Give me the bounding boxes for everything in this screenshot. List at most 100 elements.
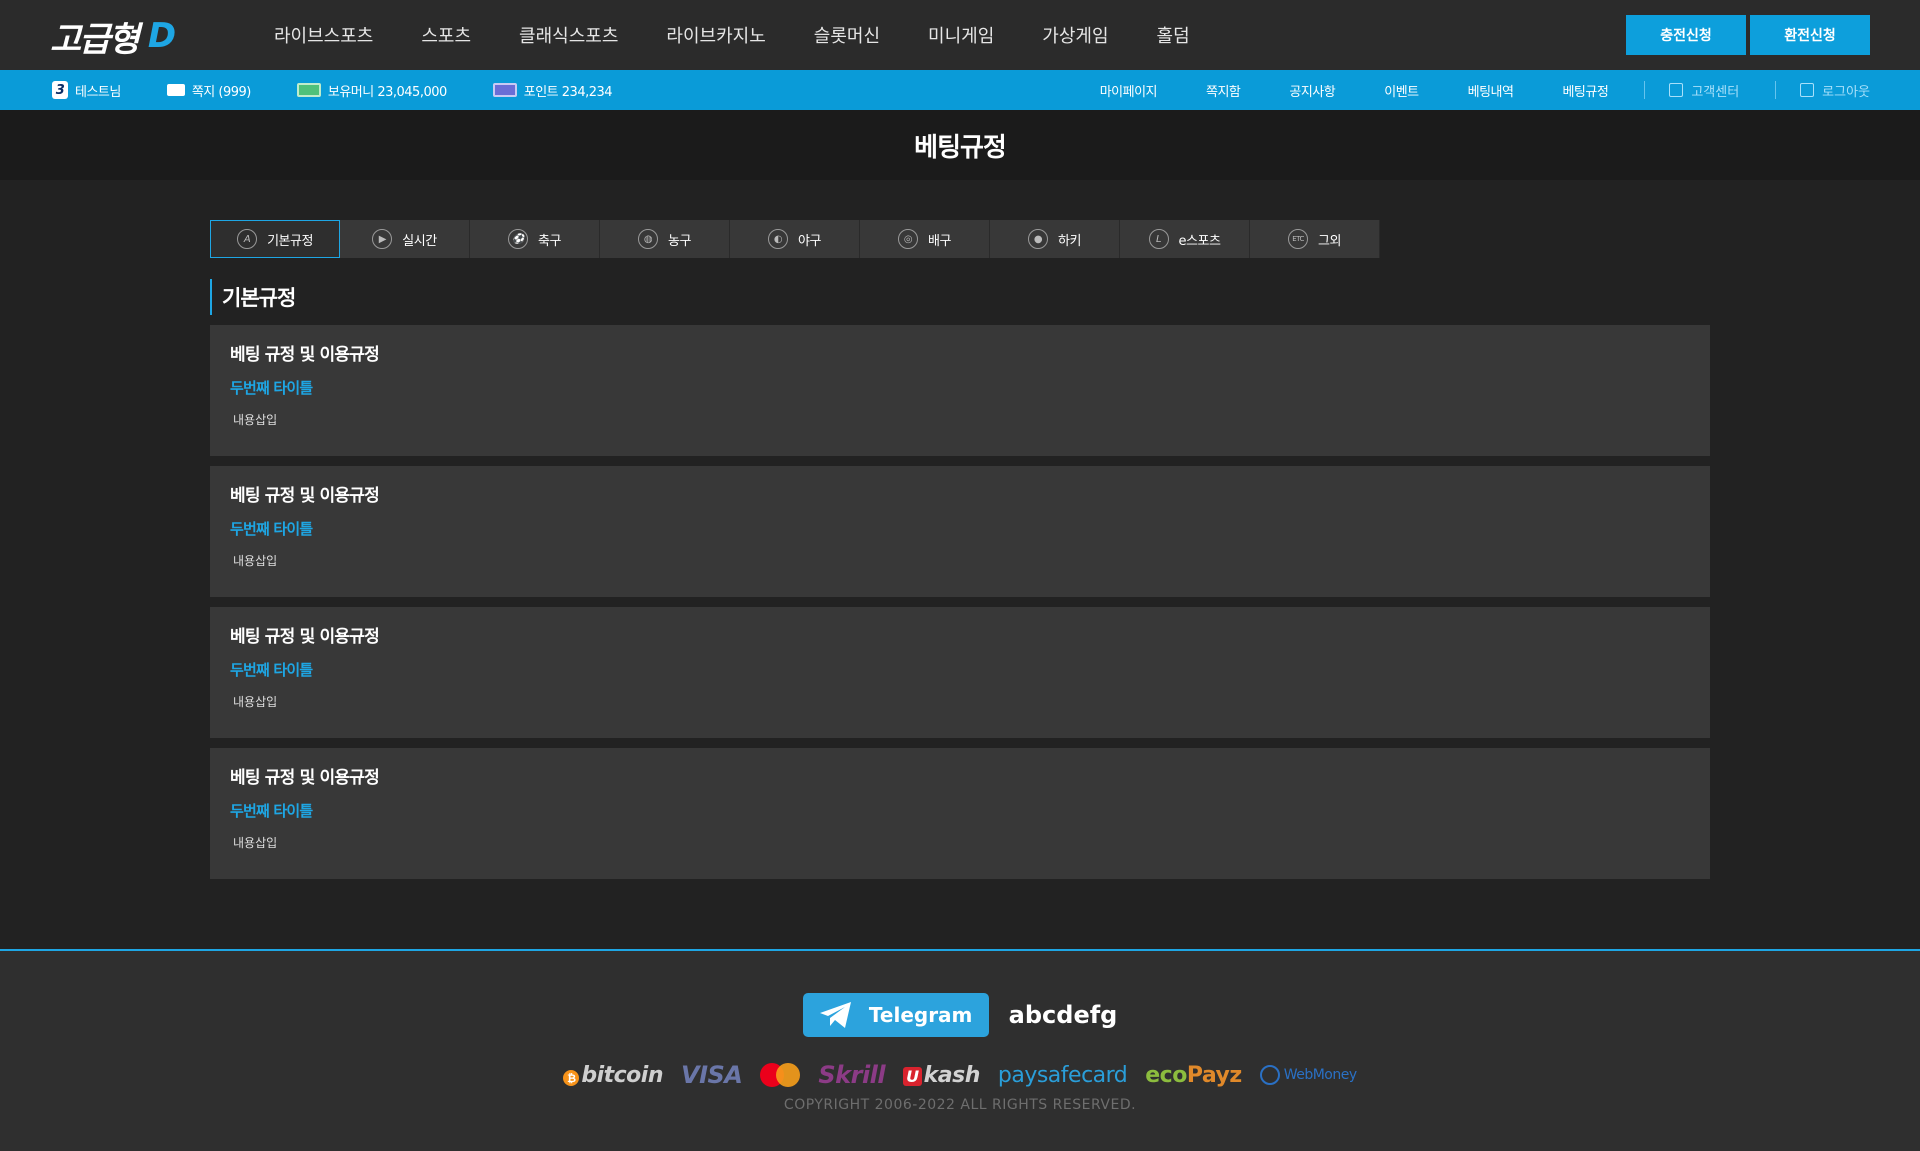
menu-divider bbox=[1775, 81, 1777, 99]
menu-mypage[interactable]: 마이페이지 bbox=[1100, 81, 1158, 100]
money-amount: 보유머니 23,045,000 bbox=[327, 84, 447, 100]
tab-label: 실시간 bbox=[402, 233, 437, 249]
withdraw-button[interactable]: 환전신청 bbox=[1750, 15, 1870, 55]
play-icon: ▶ bbox=[372, 229, 393, 249]
volleyball-icon: ◎ bbox=[898, 229, 919, 249]
page-title: 베팅규정 bbox=[0, 110, 1920, 180]
bitcoin-logo: ₿ bitcoin bbox=[563, 1063, 663, 1088]
points-amount: 포인트 234,234 bbox=[523, 84, 613, 100]
rule-subtitle: 두번째 타이틀 bbox=[230, 379, 313, 397]
tab-label: 축구 bbox=[538, 233, 561, 249]
messages-count: 쪽지 (999) bbox=[191, 84, 252, 100]
user-menu: 마이페이지 쪽지함 공지사항 이벤트 베팅내역 베팅규정 고객센터 로그아웃 bbox=[1100, 70, 1870, 110]
rule-body: 내용삽입 bbox=[233, 413, 278, 427]
rule-body: 내용삽입 bbox=[233, 836, 278, 850]
rule-card: 베팅 규정 및 이용규정 두번째 타이틀 내용삽입 bbox=[210, 466, 1710, 597]
rule-body: 내용삽입 bbox=[233, 554, 278, 568]
tab-volleyball[interactable]: ◎ 배구 bbox=[860, 220, 990, 258]
menu-bet-rules[interactable]: 베팅규정 bbox=[1562, 81, 1608, 100]
hockey-puck-icon: ● bbox=[1028, 229, 1049, 249]
cash-icon bbox=[296, 83, 321, 97]
webmoney-globe-icon bbox=[1259, 1065, 1280, 1085]
nav-classic-sports[interactable]: 클래식스포츠 bbox=[519, 22, 618, 48]
bitcoin-text: bitcoin bbox=[581, 1062, 663, 1088]
tab-live[interactable]: ▶ 실시간 bbox=[340, 220, 470, 258]
telegram-icon bbox=[819, 1002, 851, 1028]
tab-hockey[interactable]: ● 하키 bbox=[990, 220, 1120, 258]
rule-title: 베팅 규정 및 이용규정 bbox=[230, 627, 380, 647]
user-messages[interactable]: 쪽지 (999) bbox=[166, 81, 252, 100]
logout-label: 로그아웃 bbox=[1822, 84, 1870, 100]
logo-text: 고급형 bbox=[50, 19, 140, 60]
skrill-logo: Skrill bbox=[818, 1061, 886, 1089]
tab-others[interactable]: ETC 그외 bbox=[1250, 220, 1380, 258]
telegram-id: abcdefg bbox=[1008, 1001, 1118, 1029]
menu-divider bbox=[1644, 81, 1646, 99]
section-title: 기본규정 bbox=[210, 279, 296, 315]
support-label: 고객센터 bbox=[1691, 84, 1740, 100]
logo-accent: D bbox=[147, 16, 176, 56]
nav-slot-machine[interactable]: 슬롯머신 bbox=[814, 22, 880, 48]
nav-holdem[interactable]: 홀덤 bbox=[1157, 22, 1190, 48]
tab-baseball[interactable]: ◐ 야구 bbox=[730, 220, 860, 258]
nav-sports[interactable]: 스포츠 bbox=[421, 22, 471, 48]
menu-inbox[interactable]: 쪽지함 bbox=[1206, 81, 1241, 100]
rule-body: 내용삽입 bbox=[233, 695, 278, 709]
mastercard-orange-circle bbox=[776, 1063, 801, 1087]
rule-card: 베팅 규정 및 이용규정 두번째 타이틀 내용삽입 bbox=[210, 748, 1710, 879]
paysafecard-logo: paysafecard bbox=[997, 1062, 1128, 1088]
main-nav: 라이브스포츠 스포츠 클래식스포츠 라이브카지노 슬롯머신 미니게임 가상게임 … bbox=[250, 0, 1214, 70]
user-points: 포인트 234,234 bbox=[492, 81, 613, 100]
rule-title: 베팅 규정 및 이용규정 bbox=[230, 768, 380, 788]
rule-tabs: A 기본규정 ▶ 실시간 ⚽ 축구 ◍ 농구 ◐ 야구 ◎ 배구 ● 하키 L bbox=[210, 220, 1380, 258]
telegram-button[interactable]: Telegram bbox=[802, 993, 989, 1037]
menu-notice[interactable]: 공지사항 bbox=[1289, 81, 1335, 100]
deposit-button[interactable]: 충전신청 bbox=[1626, 15, 1746, 55]
ukash-u: U bbox=[903, 1066, 922, 1086]
nav-live-sports[interactable]: 라이브스포츠 bbox=[274, 22, 373, 48]
top-header: 고급형 D 라이브스포츠 스포츠 클래식스포츠 라이브카지노 슬롯머신 미니게임… bbox=[0, 0, 1920, 70]
menu-bet-history[interactable]: 베팅내역 bbox=[1468, 81, 1514, 100]
etc-icon: ETC bbox=[1288, 229, 1309, 249]
ukash-text: kash bbox=[923, 1062, 981, 1088]
header-buttons: 충전신청 환전신청 bbox=[1626, 15, 1870, 55]
logout-link[interactable]: 로그아웃 bbox=[1800, 81, 1870, 100]
rule-subtitle: 두번째 타이틀 bbox=[230, 661, 313, 679]
tab-basketball[interactable]: ◍ 농구 bbox=[600, 220, 730, 258]
payment-logos: ₿ bitcoin VISA Skrill Ukash paysafecard e… bbox=[0, 1061, 1920, 1089]
rule-list: 베팅 규정 및 이용규정 두번째 타이틀 내용삽입 베팅 규정 및 이용규정 두… bbox=[210, 325, 1710, 889]
tab-label: 농구 bbox=[668, 233, 691, 249]
username: 테스트님 bbox=[75, 84, 121, 100]
tab-soccer[interactable]: ⚽ 축구 bbox=[470, 220, 600, 258]
nav-mini-game[interactable]: 미니게임 bbox=[928, 22, 994, 48]
rule-card: 베팅 규정 및 이용규정 두번째 타이틀 내용삽입 bbox=[210, 607, 1710, 738]
tab-label: 야구 bbox=[798, 233, 821, 249]
user-bar: 3 테스트님 쪽지 (999) 보유머니 23,045,000 포인트 234,… bbox=[0, 70, 1920, 110]
basketball-icon: ◍ bbox=[638, 229, 659, 249]
telegram-label: Telegram bbox=[868, 1003, 973, 1027]
nav-live-casino[interactable]: 라이브카지노 bbox=[666, 22, 765, 48]
menu-event[interactable]: 이벤트 bbox=[1384, 81, 1419, 100]
bitcoin-icon: ₿ bbox=[563, 1070, 580, 1086]
point-icon bbox=[492, 83, 517, 97]
site-logo[interactable]: 고급형 D bbox=[50, 14, 176, 60]
monitor-icon bbox=[1669, 83, 1684, 97]
user-money: 보유머니 23,045,000 bbox=[296, 81, 447, 100]
envelope-icon bbox=[166, 84, 185, 96]
tab-basic-rules[interactable]: A 기본규정 bbox=[210, 220, 340, 258]
ecopayz-logo: ecoPayz bbox=[1145, 1062, 1242, 1088]
visa-logo: VISA bbox=[681, 1061, 743, 1089]
support-link[interactable]: 고객센터 bbox=[1669, 81, 1739, 100]
user-level: 3 테스트님 bbox=[52, 81, 121, 100]
soccer-ball-icon: ⚽ bbox=[508, 229, 529, 249]
tab-label: 기본규정 bbox=[267, 233, 313, 249]
tab-label: 그외 bbox=[1318, 233, 1341, 249]
ecopayz-payz: Payz bbox=[1186, 1062, 1242, 1088]
user-info: 3 테스트님 쪽지 (999) 보유머니 23,045,000 포인트 234,… bbox=[52, 70, 658, 110]
copyright: COPYRIGHT 2006-2022 ALL RIGHTS RESERVED. bbox=[783, 1097, 1137, 1113]
rule-title: 베팅 규정 및 이용규정 bbox=[230, 486, 380, 506]
rule-title: 베팅 규정 및 이용규정 bbox=[230, 345, 380, 365]
tab-esports[interactable]: L e스포츠 bbox=[1120, 220, 1250, 258]
ukash-logo: Ukash bbox=[903, 1063, 980, 1088]
nav-virtual-game[interactable]: 가상게임 bbox=[1042, 22, 1108, 48]
